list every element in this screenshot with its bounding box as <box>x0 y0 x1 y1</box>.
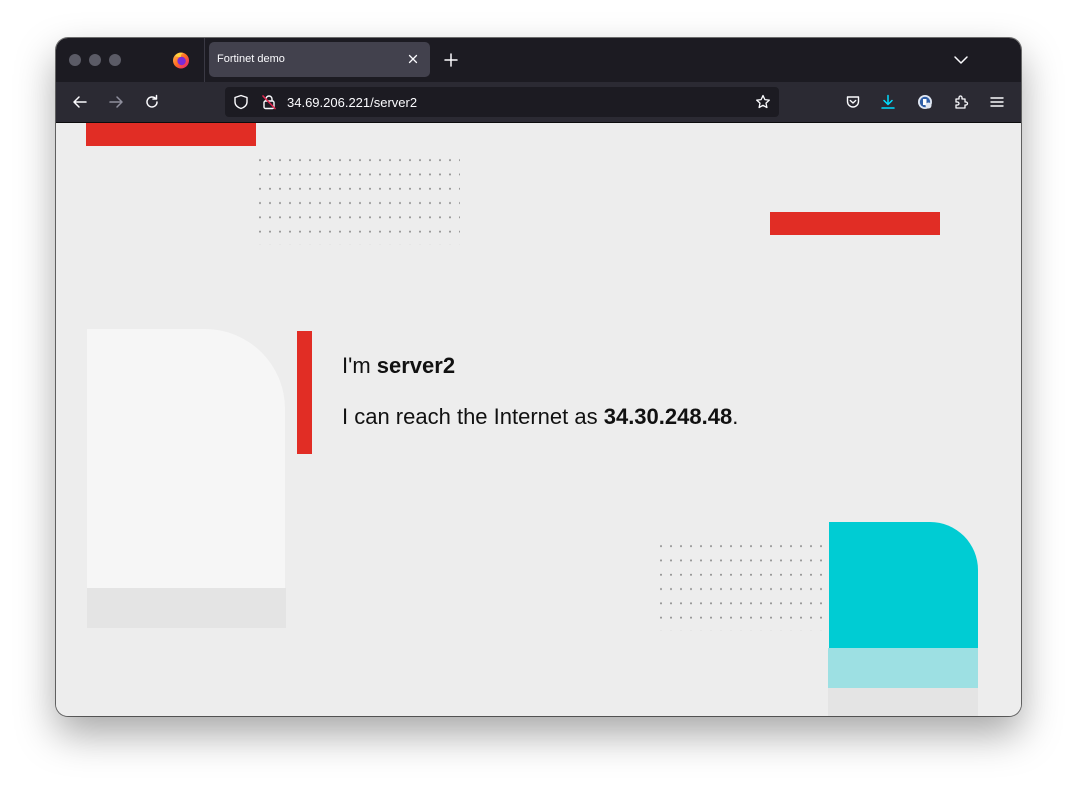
close-icon[interactable] <box>406 52 420 66</box>
zoom-window-button[interactable] <box>109 54 121 66</box>
internet-address-line: I can reach the Internet as 34.30.248.48… <box>342 404 738 430</box>
extension-avatar-icon[interactable] <box>917 94 933 110</box>
firefox-logo-icon[interactable] <box>172 51 190 69</box>
url-bar[interactable]: 34.69.206.221/server2 <box>225 87 779 117</box>
public-ip: 34.30.248.48 <box>603 404 733 429</box>
hamburger-menu-icon[interactable] <box>989 94 1005 110</box>
navigation-toolbar: 34.69.206.221/server2 <box>56 82 1021 123</box>
minimize-window-button[interactable] <box>89 54 101 66</box>
tab-separator <box>204 38 205 82</box>
chevron-down-icon[interactable] <box>953 53 969 67</box>
decorative-teal-shape <box>829 522 978 648</box>
decorative-dot-grid-top <box>255 153 460 245</box>
decorative-teal-light-block <box>828 648 978 688</box>
decorative-red-bar-top-left <box>86 123 256 146</box>
pocket-icon[interactable] <box>845 94 861 110</box>
tab-title: Fortinet demo <box>217 53 285 65</box>
accent-vertical-bar <box>297 331 312 454</box>
download-icon[interactable] <box>880 94 896 110</box>
decorative-red-bar-right <box>770 212 940 235</box>
shield-icon[interactable] <box>233 94 249 110</box>
close-window-button[interactable] <box>69 54 81 66</box>
insecure-lock-icon[interactable] <box>261 94 277 110</box>
server-name: server2 <box>376 353 456 378</box>
browser-window: Fortinet demo 34.69.206.221/server2 I'm … <box>56 38 1021 716</box>
decorative-card-shape <box>87 329 285 588</box>
star-icon[interactable] <box>755 94 771 110</box>
tab-fortinet-demo[interactable]: Fortinet demo <box>209 42 430 77</box>
reload-icon[interactable] <box>144 94 160 110</box>
forward-arrow-icon[interactable] <box>108 94 124 110</box>
address-prefix-text: I can reach the Internet as <box>342 404 604 429</box>
decorative-card-base <box>87 588 286 628</box>
identity-prefix-text: I'm <box>342 353 377 378</box>
back-arrow-icon[interactable] <box>72 94 88 110</box>
address-suffix-text: . <box>732 404 739 429</box>
server-identity-line: I'm server2 <box>342 353 455 379</box>
plus-icon[interactable] <box>443 52 459 68</box>
url-text[interactable]: 34.69.206.221/server2 <box>287 95 417 110</box>
decorative-grey-block <box>828 688 978 716</box>
tab-strip: Fortinet demo <box>56 38 1021 82</box>
page-content: I'm server2 I can reach the Internet as … <box>56 123 1021 716</box>
puzzle-icon[interactable] <box>953 94 969 110</box>
